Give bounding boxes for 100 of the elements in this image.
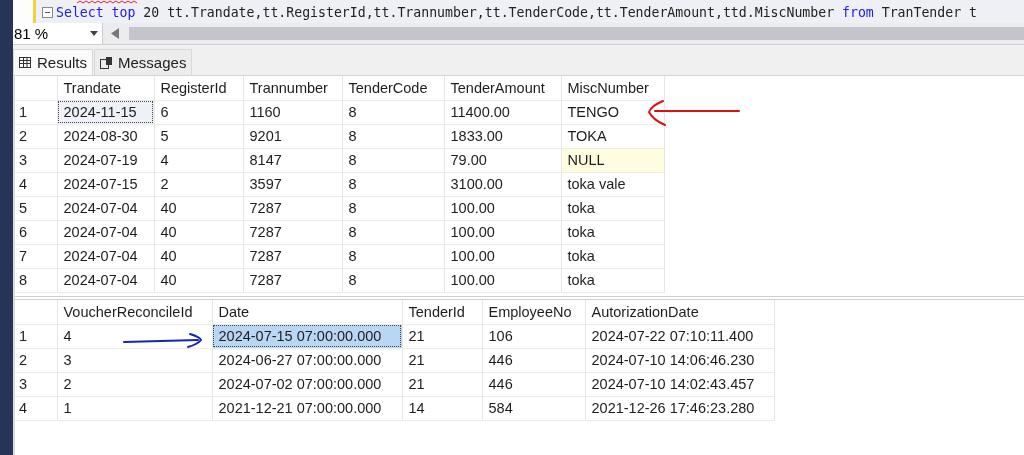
table-cell: toka bbox=[561, 196, 664, 220]
column-header[interactable]: RegisterId bbox=[154, 76, 243, 100]
row-number: 2 bbox=[15, 124, 57, 148]
row-number: 6 bbox=[15, 220, 57, 244]
column-header[interactable]: AutorizationDate bbox=[585, 300, 774, 324]
table-cell: 8 bbox=[342, 148, 444, 172]
table-cell: 4 bbox=[154, 148, 243, 172]
table-cell: 21 bbox=[402, 372, 482, 396]
column-header[interactable]: EmployeeNo bbox=[482, 300, 585, 324]
table-cell: 100.00 bbox=[444, 196, 561, 220]
table-cell: 7287 bbox=[243, 196, 342, 220]
column-header[interactable]: VoucherReconcileId bbox=[57, 300, 212, 324]
table-cell: 40 bbox=[154, 196, 243, 220]
table-cell: 2024-07-15 bbox=[57, 172, 154, 196]
row-number: 1 bbox=[15, 100, 57, 124]
grid-icon bbox=[19, 57, 31, 68]
collapse-icon[interactable] bbox=[42, 7, 53, 18]
table-cell: 6 bbox=[154, 100, 243, 124]
column-header[interactable]: Date bbox=[212, 300, 402, 324]
table-cell: 21 bbox=[402, 324, 482, 348]
table-cell: 100.00 bbox=[444, 220, 561, 244]
column-header[interactable]: Trannumber bbox=[243, 76, 342, 100]
table-cell: 2021-12-21 07:00:00.000 bbox=[212, 396, 402, 420]
table-cell: 2024-07-04 bbox=[57, 196, 154, 220]
table-cell: NULL bbox=[561, 148, 664, 172]
table-cell: 2024-07-15 07:00:00.000 bbox=[212, 324, 402, 348]
table-cell: TOKA bbox=[561, 124, 664, 148]
table-cell: 2024-08-30 bbox=[57, 124, 154, 148]
sql-query: Select top 20 tt.Trandate,tt.RegisterId,tt.Trannumber,tt.TenderCode,tt.TenderAmount,ttd.MiscNumber from TranTender t bbox=[56, 5, 977, 22]
table-cell: 8 bbox=[342, 172, 444, 196]
table-cell: 2 bbox=[57, 372, 212, 396]
table-cell: 2024-07-04 bbox=[57, 220, 154, 244]
table-cell: 8147 bbox=[243, 148, 342, 172]
table-cell: 14 bbox=[402, 396, 482, 420]
table-cell: 446 bbox=[482, 348, 585, 372]
table-cell: toka bbox=[561, 220, 664, 244]
scrollbar-track[interactable] bbox=[129, 27, 1024, 40]
table-cell: 446 bbox=[482, 372, 585, 396]
messages-icon bbox=[100, 56, 113, 69]
dropdown-caret-icon bbox=[90, 31, 98, 36]
table-cell: toka bbox=[561, 244, 664, 268]
table-cell: 2021-12-26 17:46:23.280 bbox=[585, 396, 774, 420]
table-cell: 100.00 bbox=[444, 244, 561, 268]
column-header[interactable]: MiscNumber bbox=[561, 76, 664, 100]
table-cell: 40 bbox=[154, 244, 243, 268]
column-header[interactable]: Trandate bbox=[57, 76, 154, 100]
table-cell: 2 bbox=[154, 172, 243, 196]
table-cell: 2024-07-04 bbox=[57, 244, 154, 268]
table-cell: 1160 bbox=[243, 100, 342, 124]
row-number: 2 bbox=[15, 348, 57, 372]
row-number: 1 bbox=[15, 324, 57, 348]
table-cell: 2024-07-10 14:06:46.230 bbox=[585, 348, 774, 372]
table-cell: 8 bbox=[342, 268, 444, 292]
table-cell: 2024-07-04 bbox=[57, 268, 154, 292]
table-cell: 2024-11-15 bbox=[57, 100, 154, 124]
table-cell: 106 bbox=[482, 324, 585, 348]
table-cell: TENGO bbox=[561, 100, 664, 124]
table-cell: 2024-07-02 07:00:00.000 bbox=[212, 372, 402, 396]
row-number: 8 bbox=[15, 268, 57, 292]
table-cell: 584 bbox=[482, 396, 585, 420]
table-cell: toka bbox=[561, 268, 664, 292]
table-cell: 7287 bbox=[243, 220, 342, 244]
table-cell: 1833.00 bbox=[444, 124, 561, 148]
scroll-left-icon[interactable] bbox=[111, 28, 119, 39]
table-cell: 9201 bbox=[243, 124, 342, 148]
table-cell: 7287 bbox=[243, 244, 342, 268]
column-header[interactable]: TenderId bbox=[402, 300, 482, 324]
table-cell: 11400.00 bbox=[444, 100, 561, 124]
table-cell: 4 bbox=[57, 324, 212, 348]
table-cell: 3100.00 bbox=[444, 172, 561, 196]
table-cell: 2024-07-19 bbox=[57, 148, 154, 172]
table-cell: 3597 bbox=[243, 172, 342, 196]
table-cell: 7287 bbox=[243, 268, 342, 292]
row-number: 4 bbox=[15, 172, 57, 196]
table-cell: 40 bbox=[154, 220, 243, 244]
table-cell: 21 bbox=[402, 348, 482, 372]
column-header[interactable]: TenderCode bbox=[342, 76, 444, 100]
row-number: 7 bbox=[15, 244, 57, 268]
table-cell: 79.00 bbox=[444, 148, 561, 172]
table-cell: 3 bbox=[57, 348, 212, 372]
table-cell: 8 bbox=[342, 100, 444, 124]
table-cell: toka vale bbox=[561, 172, 664, 196]
table-cell: 8 bbox=[342, 196, 444, 220]
column-header[interactable]: TenderAmount bbox=[444, 76, 561, 100]
row-number: 5 bbox=[15, 196, 57, 220]
row-number: 3 bbox=[15, 372, 57, 396]
table-cell: 2024-07-22 07:10:11.400 bbox=[585, 324, 774, 348]
row-number: 4 bbox=[15, 396, 57, 420]
table-cell: 8 bbox=[342, 124, 444, 148]
table-cell: 2024-07-10 14:02:43.457 bbox=[585, 372, 774, 396]
zoom-dropdown[interactable]: 81 % bbox=[13, 23, 103, 44]
table-cell: 2024-06-27 07:00:00.000 bbox=[212, 348, 402, 372]
table-cell: 100.00 bbox=[444, 268, 561, 292]
result-tab[interactable]: Messages bbox=[94, 49, 193, 75]
table-cell: 8 bbox=[342, 220, 444, 244]
table-cell: 40 bbox=[154, 268, 243, 292]
table-cell: 8 bbox=[342, 244, 444, 268]
table-cell: 1 bbox=[57, 396, 212, 420]
squiggle-underline bbox=[77, 0, 139, 5]
result-tab[interactable]: Results bbox=[13, 49, 94, 75]
